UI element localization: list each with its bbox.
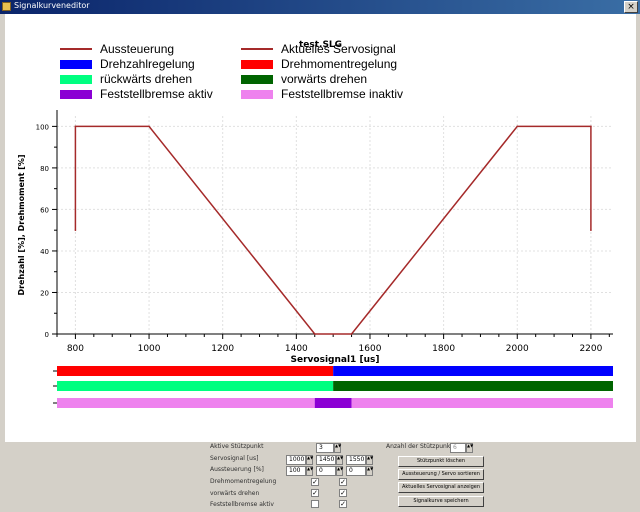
- aussteuerung-spin-1[interactable]: ▲▼: [306, 466, 313, 476]
- band-segment: [57, 398, 315, 408]
- aussteuerung-label: Aussteuerung [%]: [210, 466, 264, 473]
- servosignal-spin-1[interactable]: ▲▼: [306, 455, 313, 465]
- point-count-spin[interactable]: ▲▼: [466, 443, 473, 453]
- x-tick-label: 2200: [579, 344, 602, 354]
- aussteuerung-spin-3[interactable]: ▲▼: [366, 466, 373, 476]
- save-curve-button[interactable]: Signalkurve speichern: [398, 496, 484, 507]
- x-tick-label: 800: [67, 344, 84, 354]
- x-tick-label: 1400: [285, 344, 308, 354]
- feststellbremse-checkbox-1[interactable]: [311, 500, 319, 508]
- plot-panel: test.SLG Aussteuerung Aktuelles Servosign…: [5, 14, 636, 442]
- y-tick-label: 60: [40, 206, 49, 214]
- vorwaerts-checkbox-1[interactable]: ✓: [311, 489, 319, 497]
- servosignal-input-1[interactable]: 1000: [286, 455, 306, 465]
- servosignal-input-3[interactable]: 1550: [346, 455, 366, 465]
- vorwaerts-label: vorwärts drehen: [210, 490, 260, 497]
- y-tick-label: 80: [40, 165, 49, 173]
- series-point: [350, 333, 353, 335]
- servosignal-label: Servosignal [us]: [210, 455, 259, 462]
- sort-button[interactable]: Aussteuerung / Servo sortieren: [398, 469, 484, 480]
- aussteuerung-input-2[interactable]: 0: [316, 466, 336, 476]
- window-titlebar: Signalkurveneditor ×: [0, 0, 640, 14]
- aussteuerung-spin-2[interactable]: ▲▼: [336, 466, 343, 476]
- series-point: [590, 229, 592, 231]
- active-point-input[interactable]: 3: [316, 443, 334, 453]
- servosignal-spin-3[interactable]: ▲▼: [366, 455, 373, 465]
- aussteuerung-input-1[interactable]: 100: [286, 466, 306, 476]
- servosignal-input-2[interactable]: 1450: [316, 455, 336, 465]
- x-tick-label: 1600: [359, 344, 382, 354]
- band-segment: [314, 398, 352, 408]
- drehmomentregelung-label: Drehmomentregelung: [210, 478, 277, 485]
- drehmomentregelung-checkbox-1[interactable]: ✓: [311, 478, 319, 486]
- series-point: [74, 125, 77, 128]
- band-segment: [57, 381, 334, 391]
- point-count-label: Anzahl der Stützpunkte: [386, 443, 457, 450]
- active-point-label: Aktive Stützpunkt: [210, 443, 264, 450]
- aussteuerung-input-3[interactable]: 0: [346, 466, 366, 476]
- delete-point-button[interactable]: Stützpunkt löschen: [398, 456, 484, 467]
- y-axis-label: Drehzahl [%], Drehmoment [%]: [17, 154, 26, 295]
- y-tick-label: 40: [40, 248, 49, 256]
- servosignal-spin-2[interactable]: ▲▼: [336, 455, 343, 465]
- x-tick-label: 1200: [211, 344, 234, 354]
- x-tick-label: 1000: [138, 344, 161, 354]
- app-icon: [2, 2, 11, 11]
- feststellbremse-checkbox-2[interactable]: ✓: [339, 500, 347, 508]
- x-axis-label: Servosignal1 [us]: [291, 355, 380, 365]
- series-point: [148, 125, 150, 128]
- vorwaerts-checkbox-2[interactable]: ✓: [339, 489, 347, 497]
- y-tick-label: 100: [36, 123, 49, 131]
- chart: 800 1000 1200 1400 1600 1800 2000 2200 0 20 40 60 80…: [17, 110, 613, 408]
- point-count-input[interactable]: 6: [450, 443, 466, 453]
- feststellbremse-label: Feststellbremse aktiv: [210, 501, 274, 508]
- series-point: [313, 333, 316, 335]
- band-segment: [333, 381, 613, 391]
- show-signal-button[interactable]: Aktuelles Servosignal anzeigen: [398, 482, 484, 493]
- drehmomentregelung-checkbox-2[interactable]: ✓: [339, 478, 347, 486]
- series-point: [74, 229, 77, 231]
- close-button[interactable]: ×: [624, 1, 638, 13]
- series-line: [74, 125, 592, 335]
- x-tick-label: 1800: [432, 344, 455, 354]
- series-point: [516, 125, 519, 128]
- active-point-spin[interactable]: ▲▼: [334, 443, 341, 453]
- band-segment: [351, 398, 613, 408]
- window-title: Signalkurveneditor: [14, 1, 90, 10]
- x-tick-label: 2000: [506, 344, 529, 354]
- y-tick-label: 20: [40, 289, 49, 297]
- y-tick-label: 0: [45, 331, 49, 339]
- series-point: [590, 125, 592, 128]
- band-segment: [333, 366, 613, 376]
- band-segment: [57, 366, 334, 376]
